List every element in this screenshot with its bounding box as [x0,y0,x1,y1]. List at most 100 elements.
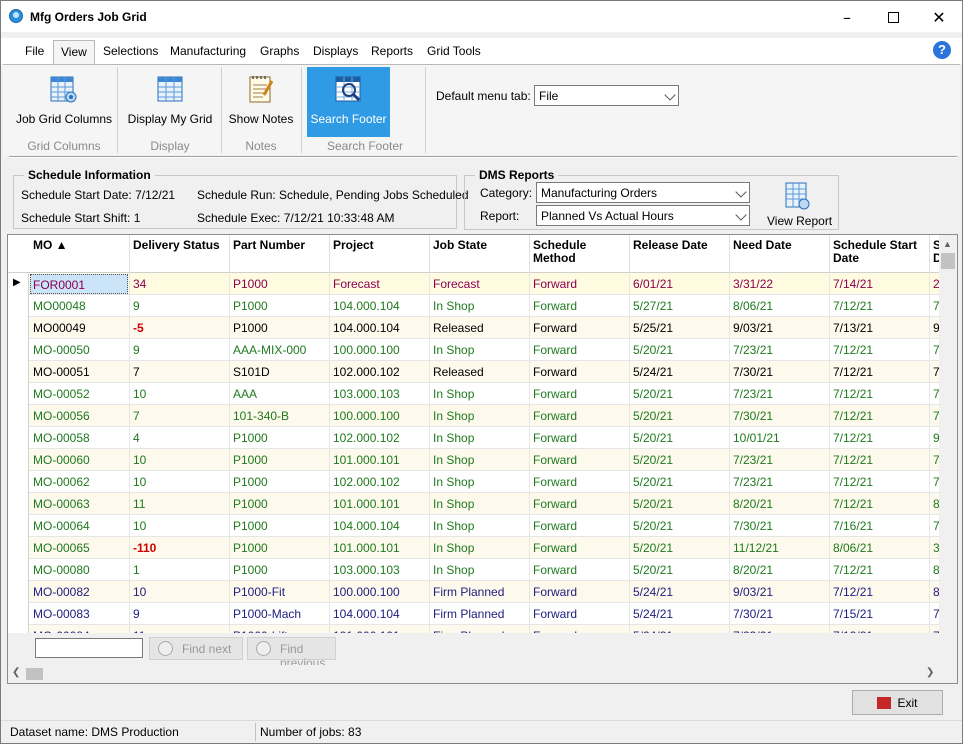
cell-job-state[interactable]: Released [433,365,525,379]
table-row[interactable]: MO-0008411P1000-Lifter101.000.101Firm Pl… [8,625,948,633]
scroll-right-icon[interactable]: ❯ [926,667,934,678]
cell-project[interactable]: 101.000.101 [333,541,425,555]
cell-schedule-start-date[interactable]: 7/15/21 [833,607,925,621]
table-row[interactable]: MO-00051 7 S101D 102.000.102 Released Forward… [8,361,948,383]
cell-part-number[interactable]: 101-340-B [233,409,325,423]
cell-release-date[interactable]: 5/20/21 [633,519,725,533]
cell-need-date[interactable]: 9/03/21 [733,585,825,599]
cell-mo[interactable]: MO00049 [33,321,125,335]
table-row[interactable]: MO00049 -5 P1000 104.000.104 Released Forward… [8,317,948,339]
cell-job-state[interactable]: In Shop [433,497,525,511]
row-header[interactable] [8,471,29,493]
cell-delivery-status[interactable]: 9 [133,299,225,313]
job-grid-columns-button[interactable]: Job Grid Columns [13,67,115,137]
cell-part-number[interactable]: P1000 [233,563,325,577]
cell-project[interactable]: 100.000.100 [333,409,425,423]
table-row[interactable]: MO-00063 11 P1000 101.000.101 In Shop Forward… [8,493,948,515]
cell-delivery-status[interactable]: -5 [133,321,225,335]
show-notes-button[interactable]: Show Notes [226,67,296,137]
column-header-part-number[interactable]: Part Number [233,239,305,252]
cell-mo[interactable]: MO-00050 [33,343,125,357]
cell-project[interactable]: 103.000.103 [333,563,425,577]
row-header[interactable] [8,383,29,405]
cell-project[interactable]: 104.000.104 [333,299,425,313]
menu-displays[interactable]: Displays [313,44,358,58]
cell-release-date[interactable]: 5/20/21 [633,431,725,445]
category-select[interactable]: Manufacturing Orders [536,182,750,203]
cell-delivery-status[interactable]: 10 [133,387,225,401]
horizontal-scrollbar[interactable]: ❮ ❯ [8,665,957,683]
cell-job-state[interactable]: Firm Planned [433,607,525,621]
cell-schedule-start-date[interactable]: 7/12/21 [833,585,925,599]
help-icon[interactable]: ? [933,41,951,59]
cell-schedule-method[interactable]: Forward [533,299,625,313]
maximize-button[interactable] [870,1,916,33]
cell-job-state[interactable]: In Shop [433,387,525,401]
find-input[interactable] [35,638,143,658]
cell-release-date[interactable]: 5/20/21 [633,343,725,357]
cell-need-date[interactable]: 7/23/21 [733,475,825,489]
cell-part-number[interactable]: S101D [233,365,325,379]
table-row[interactable]: MO00048 9 P1000 104.000.104 In Shop Forward 5/… [8,295,948,317]
cell-schedule-start-date[interactable]: 7/12/21 [833,475,925,489]
cell-schedule-method[interactable]: Forward [533,409,625,423]
cell-part-number[interactable]: P1000 [233,497,325,511]
cell-need-date[interactable]: 7/30/21 [733,607,825,621]
cell-schedule-method[interactable]: Forward [533,585,625,599]
column-header-release-date[interactable]: Release Date [633,239,708,252]
row-header[interactable] [8,537,29,559]
cell-release-date[interactable]: 6/01/21 [633,277,725,291]
cell-schedule-start-date[interactable]: 7/14/21 [833,277,925,291]
cell-project[interactable]: 101.000.101 [333,497,425,511]
view-report-button[interactable]: View Report [761,181,835,228]
cell-release-date[interactable]: 5/20/21 [633,453,725,467]
row-header[interactable] [8,361,29,383]
cell-project[interactable]: Forecast [333,277,425,291]
cell-project[interactable]: 100.000.100 [333,343,425,357]
exit-button[interactable]: Exit [852,690,943,715]
cell-release-date[interactable]: 5/24/21 [633,365,725,379]
cell-schedule-method[interactable]: Forward [533,475,625,489]
row-header[interactable] [8,581,29,603]
cell-mo[interactable]: FOR0001 [30,274,128,294]
cell-mo[interactable]: MO-00056 [33,409,125,423]
cell-job-state[interactable]: Forecast [433,277,525,291]
cell-project[interactable]: 101.000.101 [333,453,425,467]
cell-part-number[interactable]: P1000 [233,519,325,533]
cell-need-date[interactable]: 7/23/21 [733,343,825,357]
row-header[interactable] [8,449,29,471]
close-button[interactable]: ✕ [916,1,962,33]
vertical-scroll-thumb[interactable] [941,253,955,269]
search-footer-button[interactable]: Search Footer [307,67,390,137]
cell-project[interactable]: 102.000.102 [333,431,425,445]
cell-delivery-status[interactable]: 10 [133,585,225,599]
column-header-mo[interactable]: MO ▲ [33,239,68,252]
cell-job-state[interactable]: In Shop [433,431,525,445]
cell-schedule-start-date[interactable]: 7/16/21 [833,519,925,533]
cell-schedule-start-date[interactable]: 7/12/21 [833,343,925,357]
menu-graphs[interactable]: Graphs [260,44,299,58]
cell-need-date[interactable]: 8/20/21 [733,563,825,577]
cell-mo[interactable]: MO-00080 [33,563,125,577]
cell-release-date[interactable]: 5/20/21 [633,497,725,511]
row-header[interactable] [8,295,29,317]
cell-project[interactable]: 102.000.102 [333,475,425,489]
cell-delivery-status[interactable]: 9 [133,607,225,621]
cell-schedule-method[interactable]: Forward [533,277,625,291]
row-header[interactable] [8,405,29,427]
cell-delivery-status[interactable]: 4 [133,431,225,445]
table-row[interactable]: MO-00080 1 P1000 103.000.103 In Shop Forward 5… [8,559,948,581]
default-menu-tab-select[interactable]: File [534,85,679,106]
horizontal-scroll-thumb[interactable] [26,668,43,680]
cell-release-date[interactable]: 5/20/21 [633,475,725,489]
cell-mo[interactable]: MO-00065 [33,541,125,555]
cell-job-state[interactable]: In Shop [433,343,525,357]
cell-release-date[interactable]: 5/20/21 [633,387,725,401]
cell-delivery-status[interactable]: 11 [133,497,225,511]
cell-release-date[interactable]: 5/20/21 [633,409,725,423]
cell-job-state[interactable]: Firm Planned [433,585,525,599]
table-row[interactable]: ▶ FOR0001 34 P1000 Forecast Forecast Forward 6/… [8,273,948,295]
find-previous-button[interactable]: Find previous [247,637,336,670]
cell-job-state[interactable]: In Shop [433,453,525,467]
column-header-job-state[interactable]: Job State [433,239,487,252]
